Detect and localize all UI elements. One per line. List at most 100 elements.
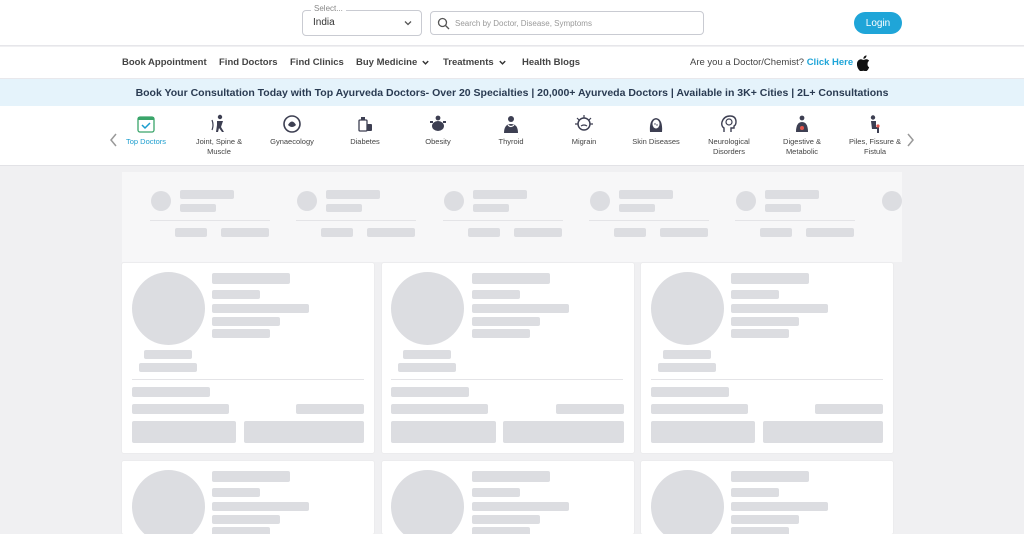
country-select[interactable]: Select... India bbox=[302, 4, 422, 36]
specialty-obesity[interactable]: Obesity bbox=[407, 114, 469, 147]
specialty-thyroid[interactable]: Thyroid bbox=[480, 114, 542, 147]
skeleton-divider bbox=[296, 220, 416, 221]
specialty-digestive[interactable]: Digestive & Metabolic bbox=[771, 114, 833, 157]
skeleton-line bbox=[212, 317, 280, 326]
skeleton-line bbox=[731, 515, 799, 524]
skeleton-line bbox=[651, 387, 729, 397]
skeleton-line bbox=[212, 488, 260, 497]
skeleton-line bbox=[651, 404, 748, 414]
skeleton-line bbox=[472, 502, 569, 511]
skin-icon bbox=[649, 118, 663, 132]
skeleton-line bbox=[472, 527, 530, 534]
nav-book-appointment[interactable]: Book Appointment bbox=[122, 57, 207, 68]
skeleton-button bbox=[651, 421, 755, 443]
skeleton-line bbox=[663, 350, 711, 359]
promo-banner-text: Book Your Consultation Today with Top Ay… bbox=[135, 86, 889, 99]
digestive-icon bbox=[796, 115, 808, 132]
skeleton-button bbox=[391, 421, 496, 443]
doctor-card-skeleton bbox=[382, 461, 634, 534]
nav-find-doctors[interactable]: Find Doctors bbox=[219, 57, 278, 68]
doctor-card-skeleton bbox=[382, 263, 634, 453]
specialty-label: Top Doctors bbox=[125, 137, 167, 146]
brain-icon bbox=[721, 115, 737, 132]
skeleton-line bbox=[472, 471, 550, 482]
skeleton-line bbox=[473, 204, 509, 212]
chevron-down-icon bbox=[404, 21, 412, 26]
search-input[interactable] bbox=[455, 15, 695, 31]
skeleton-line bbox=[175, 228, 207, 237]
specialty-carousel: Top Doctors Joint, Spine & Muscle Gynaec… bbox=[0, 106, 1024, 166]
skeleton-line bbox=[212, 329, 270, 338]
skeleton-divider bbox=[443, 220, 563, 221]
nav-health-blogs[interactable]: Health Blogs bbox=[522, 57, 580, 68]
skeleton-line bbox=[658, 363, 716, 372]
country-select-value: India bbox=[313, 17, 335, 28]
skeleton-button bbox=[244, 421, 364, 443]
login-button[interactable]: Login bbox=[854, 12, 902, 34]
nav-label: Health Blogs bbox=[522, 57, 581, 68]
chevron-down-icon bbox=[498, 60, 506, 65]
search-icon bbox=[437, 17, 450, 30]
skeleton-line bbox=[731, 527, 789, 534]
piles-icon bbox=[870, 115, 880, 133]
spine-icon bbox=[211, 114, 224, 132]
skeleton-line bbox=[765, 204, 801, 212]
specialty-joint-spine[interactable]: Joint, Spine & Muscle bbox=[188, 114, 250, 157]
skeleton-line bbox=[132, 387, 210, 397]
specialty-label: Piles, Fissure & Fistula bbox=[848, 137, 902, 156]
skeleton-line bbox=[731, 304, 828, 313]
specialty-label: Joint, Spine & Muscle bbox=[195, 137, 243, 156]
skeleton-divider bbox=[391, 379, 623, 380]
nav-buy-medicine[interactable]: Buy Medicine bbox=[356, 57, 430, 68]
skeleton-avatar bbox=[391, 272, 464, 345]
nav-label: Book Appointment bbox=[122, 57, 207, 68]
specialty-label: Thyroid bbox=[498, 137, 524, 146]
nav-treatments[interactable]: Treatments bbox=[443, 57, 507, 68]
skeleton-button bbox=[763, 421, 883, 443]
skeleton-line bbox=[139, 363, 197, 372]
chevron-right-icon[interactable] bbox=[905, 132, 915, 148]
skeleton-avatar bbox=[151, 191, 171, 211]
skeleton-line bbox=[514, 228, 562, 237]
promo-banner: Book Your Consultation Today with Top Ay… bbox=[0, 79, 1024, 106]
skeleton-line bbox=[326, 190, 380, 199]
skeleton-line bbox=[221, 228, 269, 237]
specialty-migrain[interactable]: Migrain bbox=[553, 114, 615, 147]
nav-find-clinics[interactable]: Find Clinics bbox=[290, 57, 344, 68]
specialty-top-doctors[interactable]: Top Doctors bbox=[115, 114, 177, 147]
specialty-neurological[interactable]: Neurological Disorders bbox=[698, 114, 760, 157]
specialty-label: Neurological Disorders bbox=[708, 137, 750, 156]
skeleton-divider bbox=[651, 379, 883, 380]
country-select-label: Select... bbox=[311, 4, 346, 13]
skeleton-line bbox=[398, 363, 456, 372]
skeleton-line bbox=[212, 502, 309, 511]
skeleton-avatar bbox=[651, 272, 724, 345]
specialty-piles[interactable]: Piles, Fissure & Fistula bbox=[844, 114, 906, 157]
search-box[interactable] bbox=[430, 11, 704, 35]
skeleton-avatar bbox=[132, 470, 205, 534]
skeleton-line bbox=[212, 471, 290, 482]
skeleton-line bbox=[731, 488, 779, 497]
doctor-card-skeleton bbox=[122, 263, 374, 453]
specialty-skin-diseases[interactable]: Skin Diseases bbox=[625, 114, 687, 147]
skeleton-line bbox=[180, 204, 216, 212]
skeleton-line bbox=[472, 515, 540, 524]
doctor-card-skeleton bbox=[641, 263, 893, 453]
diabetes-icon bbox=[358, 117, 372, 132]
skeleton-line bbox=[472, 273, 550, 284]
skeleton-line bbox=[731, 273, 809, 284]
specialty-label: Skin Diseases bbox=[632, 137, 680, 146]
apple-icon[interactable] bbox=[857, 55, 871, 71]
specialty-gynaecology[interactable]: Gynaecology bbox=[261, 114, 323, 147]
skeleton-line bbox=[296, 404, 364, 414]
nav-label: Find Doctors bbox=[219, 57, 278, 68]
skeleton-divider bbox=[735, 220, 855, 221]
specialty-label: Migrain bbox=[571, 137, 597, 146]
skeleton-line bbox=[806, 228, 854, 237]
skeleton-line bbox=[731, 317, 799, 326]
specialty-diabetes[interactable]: Diabetes bbox=[334, 114, 396, 147]
doctor-cta: Are you a Doctor/Chemist? Click Here bbox=[690, 57, 853, 68]
doctor-cta-link[interactable]: Click Here bbox=[807, 57, 853, 68]
skeleton-line bbox=[614, 228, 646, 237]
skeleton-avatar bbox=[651, 470, 724, 534]
